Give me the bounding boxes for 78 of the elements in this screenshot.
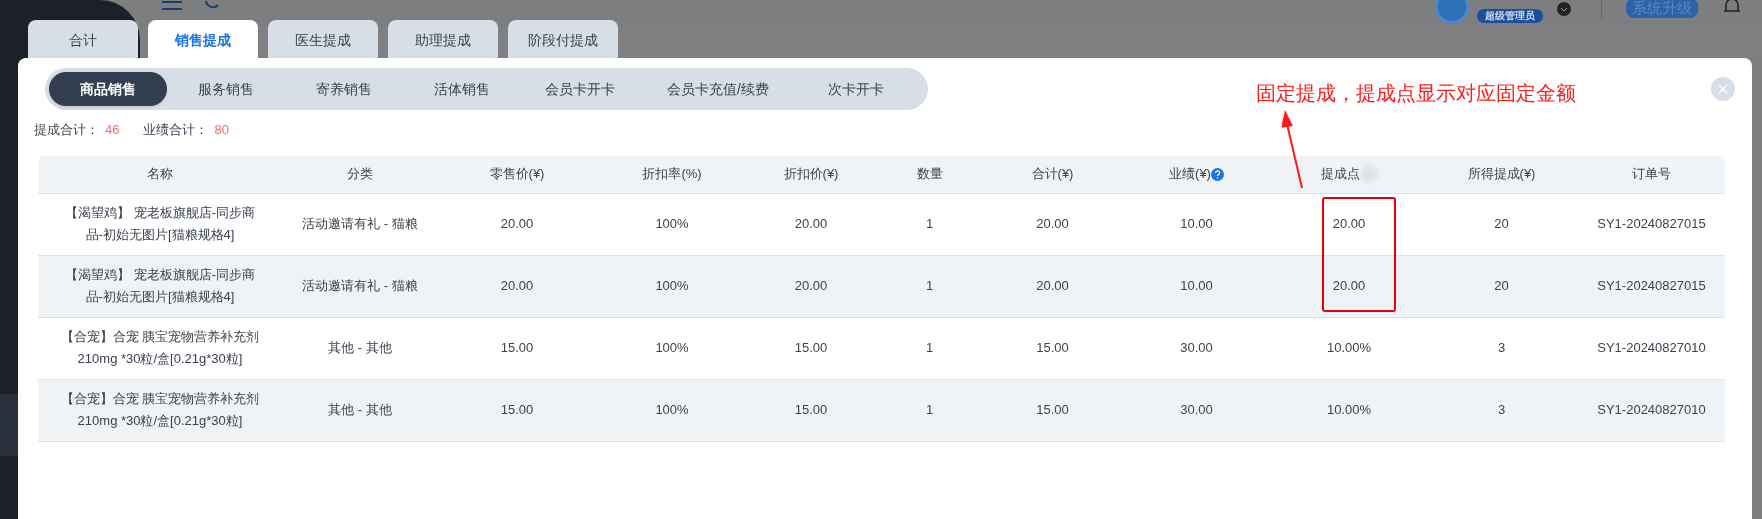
menu-icon[interactable]: [162, 1, 182, 11]
sub-tab[interactable]: 服务销售: [167, 72, 285, 106]
table-cell-text: 3: [1497, 339, 1506, 357]
table-cell-text: 100%: [655, 401, 689, 419]
table-cell-text: 20.00: [1332, 277, 1366, 295]
table-cell-text: 1: [925, 401, 934, 419]
table-cell-text: 1: [925, 339, 934, 357]
table-cell-text: 100%: [655, 339, 689, 357]
table-cell-text: 10.00%: [1326, 401, 1372, 419]
table-cell-text: 10.00%: [1326, 339, 1372, 357]
table-cell-text: SY1-20240827010: [1597, 339, 1706, 357]
table-cell-text: 活动邀请有礼 - 猫粮: [302, 277, 418, 295]
table-cell-text: 10.00: [1180, 215, 1213, 233]
table-cell-text: 【渴望鸡】 宠老板旗舰店-同步商品-初始无图片[猫粮规格4]: [64, 204, 256, 244]
table-cell-text: SY1-20240827010: [1597, 401, 1706, 419]
tab[interactable]: 阶段付提成: [508, 20, 618, 60]
column-header: 分类: [347, 165, 373, 184]
table-cell-text: 1: [925, 277, 934, 295]
sub-tab[interactable]: 会员卡开卡: [521, 72, 639, 106]
column-header: 折扣价(¥): [783, 165, 839, 184]
table-cell-text: 15.00: [500, 339, 534, 357]
summary-label: 提成合计：: [34, 121, 99, 139]
annotation-text: 固定提成，提成点显示对应固定金额: [1256, 81, 1576, 106]
table-cell-text: SY1-20240827015: [1597, 215, 1706, 233]
table-cell-text: 20.00: [794, 277, 828, 295]
table-cell-text: 1: [925, 215, 934, 233]
table-cell-text: 其他 - 其他: [328, 401, 392, 419]
table-cell-text: 15.00: [794, 339, 828, 357]
table-cell-text: 【渴望鸡】 宠老板旗舰店-同步商品-初始无图片[猫粮规格4]: [64, 266, 256, 306]
table-cell-text: 20.00: [1332, 215, 1366, 233]
column-header: 折扣率(%): [642, 165, 702, 184]
column-header: 名称: [147, 165, 173, 184]
table-cell-text: 20.00: [794, 215, 828, 233]
table-cell-text: 20.00: [1036, 215, 1069, 233]
role-badge: 超级管理员: [1477, 9, 1543, 23]
table-cell-text: 20: [1494, 277, 1509, 295]
table-cell-text: 15.00: [1036, 401, 1069, 419]
column-header: 数量: [916, 165, 943, 184]
summary-value: 80: [214, 121, 229, 139]
summary-value: 46: [105, 121, 120, 139]
sub-tab[interactable]: 寄养销售: [285, 72, 403, 106]
table-cell-text: 20.00: [500, 277, 534, 295]
table-cell-text: 15.00: [500, 401, 534, 419]
tab[interactable]: 合计: [28, 20, 138, 60]
refresh-icon[interactable]: [204, 1, 220, 11]
tab[interactable]: 销售提成: [148, 20, 258, 60]
table-cell-text: 100%: [655, 277, 689, 295]
table-cell-text: 其他 - 其他: [328, 339, 392, 357]
table-cell-text: 15.00: [794, 401, 828, 419]
column-header: 提成点: [1320, 165, 1360, 184]
table-cell-text: SY1-20240827015: [1597, 277, 1706, 295]
table-cell-text: 20: [1494, 215, 1509, 233]
dropdown-icon[interactable]: [1557, 2, 1571, 16]
table-cell-text: 100%: [655, 215, 689, 233]
table-cell-text: 10.00: [1180, 277, 1213, 295]
table-cell-text: 30.00: [1180, 401, 1213, 419]
table-cell-text: 15.00: [1036, 339, 1069, 357]
sub-tab[interactable]: 商品销售: [49, 72, 167, 106]
table-cell-text: 20.00: [500, 215, 534, 233]
close-icon: [1718, 84, 1728, 94]
bell-icon[interactable]: [1722, 0, 1742, 15]
table-cell-text: 30.00: [1180, 339, 1213, 357]
column-header: 合计(¥): [1031, 165, 1074, 184]
column-header: 业绩(¥): [1169, 165, 1211, 184]
table-cell-text: 20.00: [1036, 277, 1069, 295]
sub-tab[interactable]: 会员卡充值/续费: [639, 72, 797, 106]
column-header: 所得提成(¥): [1467, 165, 1536, 184]
table-cell-text: 【合宠】合宠 胰宝宠物营养补充剂210mg *30粒/盒[0.21g*30粒]: [60, 328, 260, 368]
column-header: 订单号: [1632, 165, 1671, 184]
table-cell-text: 3: [1497, 401, 1506, 419]
column-header: 零售价(¥): [489, 165, 545, 184]
table-cell-text: 活动邀请有礼 - 猫粮: [302, 215, 418, 233]
tab[interactable]: 医生提成: [268, 20, 378, 60]
tab[interactable]: 助理提成: [388, 20, 498, 60]
sub-tab[interactable]: 活体销售: [403, 72, 521, 106]
table-cell-text: 【合宠】合宠 胰宝宠物营养补充剂210mg *30粒/盒[0.21g*30粒]: [60, 390, 260, 430]
sub-tab[interactable]: 次卡开卡: [797, 72, 915, 106]
summary-label: 业绩合计：: [143, 121, 209, 139]
